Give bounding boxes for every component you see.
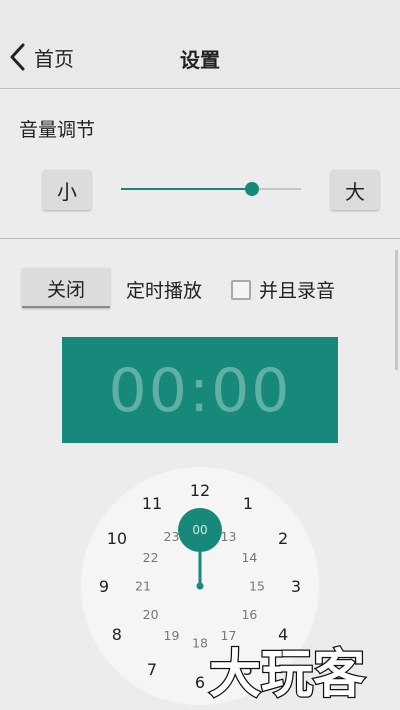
watermark-text: 大玩客 xyxy=(209,645,365,705)
hour-label[interactable]: 2 xyxy=(278,529,288,548)
minute-label[interactable]: 13 xyxy=(221,529,237,544)
record-checkbox[interactable] xyxy=(231,279,251,300)
minute-label[interactable]: 22 xyxy=(143,550,159,565)
volume-up-button[interactable]: 大 xyxy=(331,170,379,210)
timer-toggle-button[interactable]: 关闭 xyxy=(22,268,110,308)
watermark-logo: 大玩客 xyxy=(205,636,400,706)
hour-label[interactable]: 10 xyxy=(107,529,127,548)
hour-label[interactable]: 12 xyxy=(190,481,210,500)
minute-label[interactable]: 21 xyxy=(135,579,151,594)
volume-slider[interactable] xyxy=(121,178,301,200)
hour-label[interactable]: 1 xyxy=(243,494,253,513)
hour-label[interactable]: 6 xyxy=(195,673,205,692)
selected-minute-label[interactable]: 00 xyxy=(192,523,207,537)
section-divider xyxy=(0,238,400,239)
time-digits: 00:00 xyxy=(108,356,292,426)
hour-label[interactable]: 3 xyxy=(291,577,301,596)
timer-label: 定时播放 xyxy=(126,280,203,302)
header-divider xyxy=(0,88,400,89)
hour-label[interactable]: 7 xyxy=(147,660,157,679)
toggle-underline xyxy=(22,306,110,308)
hour-label[interactable]: 8 xyxy=(112,625,122,644)
slider-fill xyxy=(121,188,253,190)
hour-label[interactable]: 11 xyxy=(142,494,162,513)
hour-label[interactable]: 9 xyxy=(99,577,109,596)
scrollbar[interactable] xyxy=(395,250,398,370)
volume-down-button[interactable]: 小 xyxy=(43,170,91,210)
time-display: 00:00 xyxy=(62,337,338,443)
minute-label[interactable]: 23 xyxy=(164,529,180,544)
minute-label[interactable]: 16 xyxy=(241,607,257,622)
minute-label[interactable]: 14 xyxy=(241,550,257,565)
dial-center-dot xyxy=(196,582,204,590)
watermark-logo-image: 大玩客 xyxy=(208,644,367,706)
minute-label[interactable]: 19 xyxy=(164,628,180,643)
app-bar: 首页 设置 xyxy=(0,0,400,88)
page-title: 设置 xyxy=(180,48,220,72)
minute-label[interactable]: 15 xyxy=(249,579,265,594)
record-label: 并且录音 xyxy=(259,280,336,302)
volume-label: 音量调节 xyxy=(19,119,96,141)
record-option[interactable]: 并且录音 xyxy=(231,276,335,303)
timer-toggle-label: 关闭 xyxy=(46,278,85,301)
minute-label[interactable]: 20 xyxy=(143,607,159,622)
slider-thumb[interactable] xyxy=(245,182,260,196)
